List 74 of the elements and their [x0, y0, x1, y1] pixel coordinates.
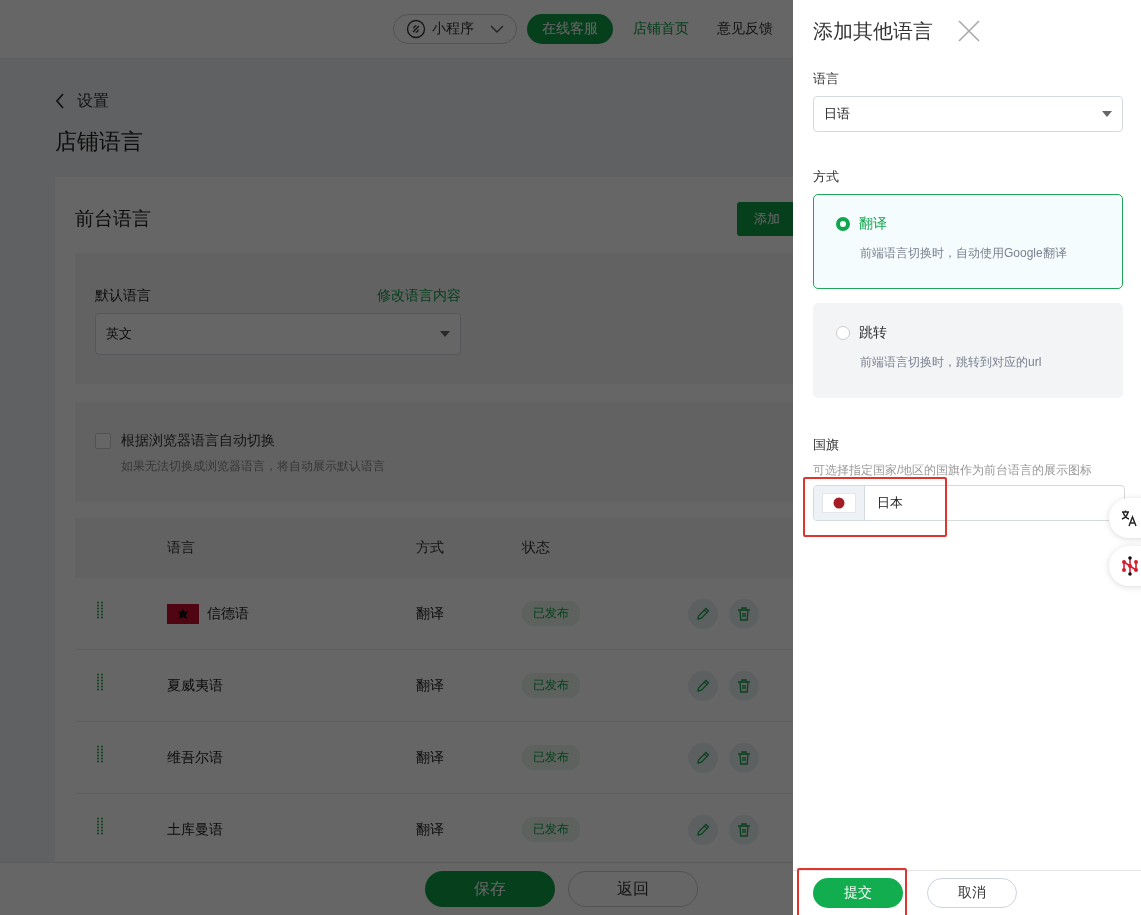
caret-icon [440, 331, 450, 337]
mini-program-label: 小程序 [432, 20, 474, 38]
caret-icon [1102, 111, 1112, 117]
table-cell-text: 翻译 [416, 748, 445, 767]
radio-button[interactable] [836, 326, 850, 340]
drag-handle-icon[interactable] [97, 744, 103, 763]
radio-button[interactable] [836, 217, 850, 231]
page-title: 店铺语言 [55, 128, 144, 156]
drawer-title: 添加其他语言 [813, 18, 933, 44]
submit-button[interactable]: 提交 [813, 878, 903, 908]
trash-icon [736, 605, 752, 622]
table-cell: 土库曼语 [167, 820, 223, 839]
option-description: 前端语言切换时，自动使用Google翻译 [860, 245, 1068, 262]
edit-button[interactable] [688, 742, 718, 773]
pencil-icon [695, 749, 711, 766]
table-cell-text: 翻译 [416, 820, 445, 839]
chevron-down-icon [490, 25, 504, 33]
edit-button[interactable] [688, 814, 718, 845]
table-cell: 夏威夷语 [167, 676, 223, 695]
column-header: 方式 [416, 539, 445, 557]
language-select[interactable]: 日语 [813, 96, 1123, 132]
cancel-button[interactable]: 取消 [927, 878, 1017, 908]
table-cell-text: 翻译 [416, 676, 445, 695]
table-cell: 维吾尔语 [167, 748, 223, 767]
status-tag: 已发布 [522, 673, 580, 698]
field-label: 方式 [813, 168, 840, 186]
field-label: 国旗 [813, 436, 840, 454]
card-title: 前台语言 [75, 207, 151, 231]
drag-handle-icon[interactable] [97, 816, 103, 835]
field-label: 默认语言 [95, 287, 151, 305]
status-tag: 已发布 [522, 601, 580, 626]
flag-icon [822, 493, 856, 513]
feedback-link[interactable]: 意见反馈 [717, 20, 773, 38]
hint-text: 可选择指定国家/地区的国旗作为前台语言的展示图标 [813, 462, 1094, 479]
mini-program-dropdown[interactable]: 小程序 [393, 14, 517, 44]
back-button[interactable]: 返回 [568, 871, 698, 907]
option-label: 跳转 [859, 324, 887, 342]
column-header: 状态 [522, 539, 551, 557]
edit-button[interactable] [688, 598, 718, 629]
trash-icon [736, 749, 752, 766]
online-service-button[interactable]: 在线客服 [527, 14, 613, 44]
field-label: 语言 [813, 70, 840, 88]
add-button[interactable]: 添加 [737, 202, 793, 236]
pencil-icon [695, 605, 711, 622]
delete-button[interactable] [729, 742, 759, 773]
pencil-icon [695, 677, 711, 694]
delete-button[interactable] [729, 814, 759, 845]
mode-option[interactable]: 翻译 前端语言切换时，自动使用Google翻译 [813, 194, 1123, 289]
edit-button[interactable] [688, 670, 718, 701]
back-link[interactable]: 设置 [77, 90, 109, 112]
translate-icon [1119, 508, 1139, 528]
status-tag: 已发布 [522, 745, 580, 770]
mode-option[interactable]: 跳转 前端语言切换时，跳转到对应的url [813, 303, 1123, 398]
shop-home-link[interactable]: 店铺首页 [633, 20, 689, 38]
column-header: 语言 [167, 539, 196, 557]
delete-button[interactable] [729, 670, 759, 701]
trash-icon [736, 821, 752, 838]
edit-language-link[interactable]: 修改语言内容 [377, 287, 461, 305]
status-tag: 已发布 [522, 817, 580, 842]
option-description: 前端语言切换时，跳转到对应的url [860, 354, 1043, 371]
option-label: 翻译 [859, 215, 887, 233]
trash-icon [736, 677, 752, 694]
table-cell: 信德语 [207, 604, 249, 623]
table-cell-text: 翻译 [416, 604, 445, 623]
close-icon[interactable] [957, 19, 981, 43]
link-icon [406, 19, 426, 39]
drag-handle-icon[interactable] [97, 600, 103, 619]
save-button[interactable]: 保存 [425, 871, 555, 907]
delete-button[interactable] [729, 598, 759, 629]
default-language-select[interactable]: 英文 [95, 313, 461, 355]
drag-handle-icon[interactable] [97, 672, 103, 691]
pencil-icon [695, 821, 711, 838]
checkbox-label: 根据浏览器语言自动切换 [121, 432, 275, 450]
network-icon [1119, 555, 1141, 577]
